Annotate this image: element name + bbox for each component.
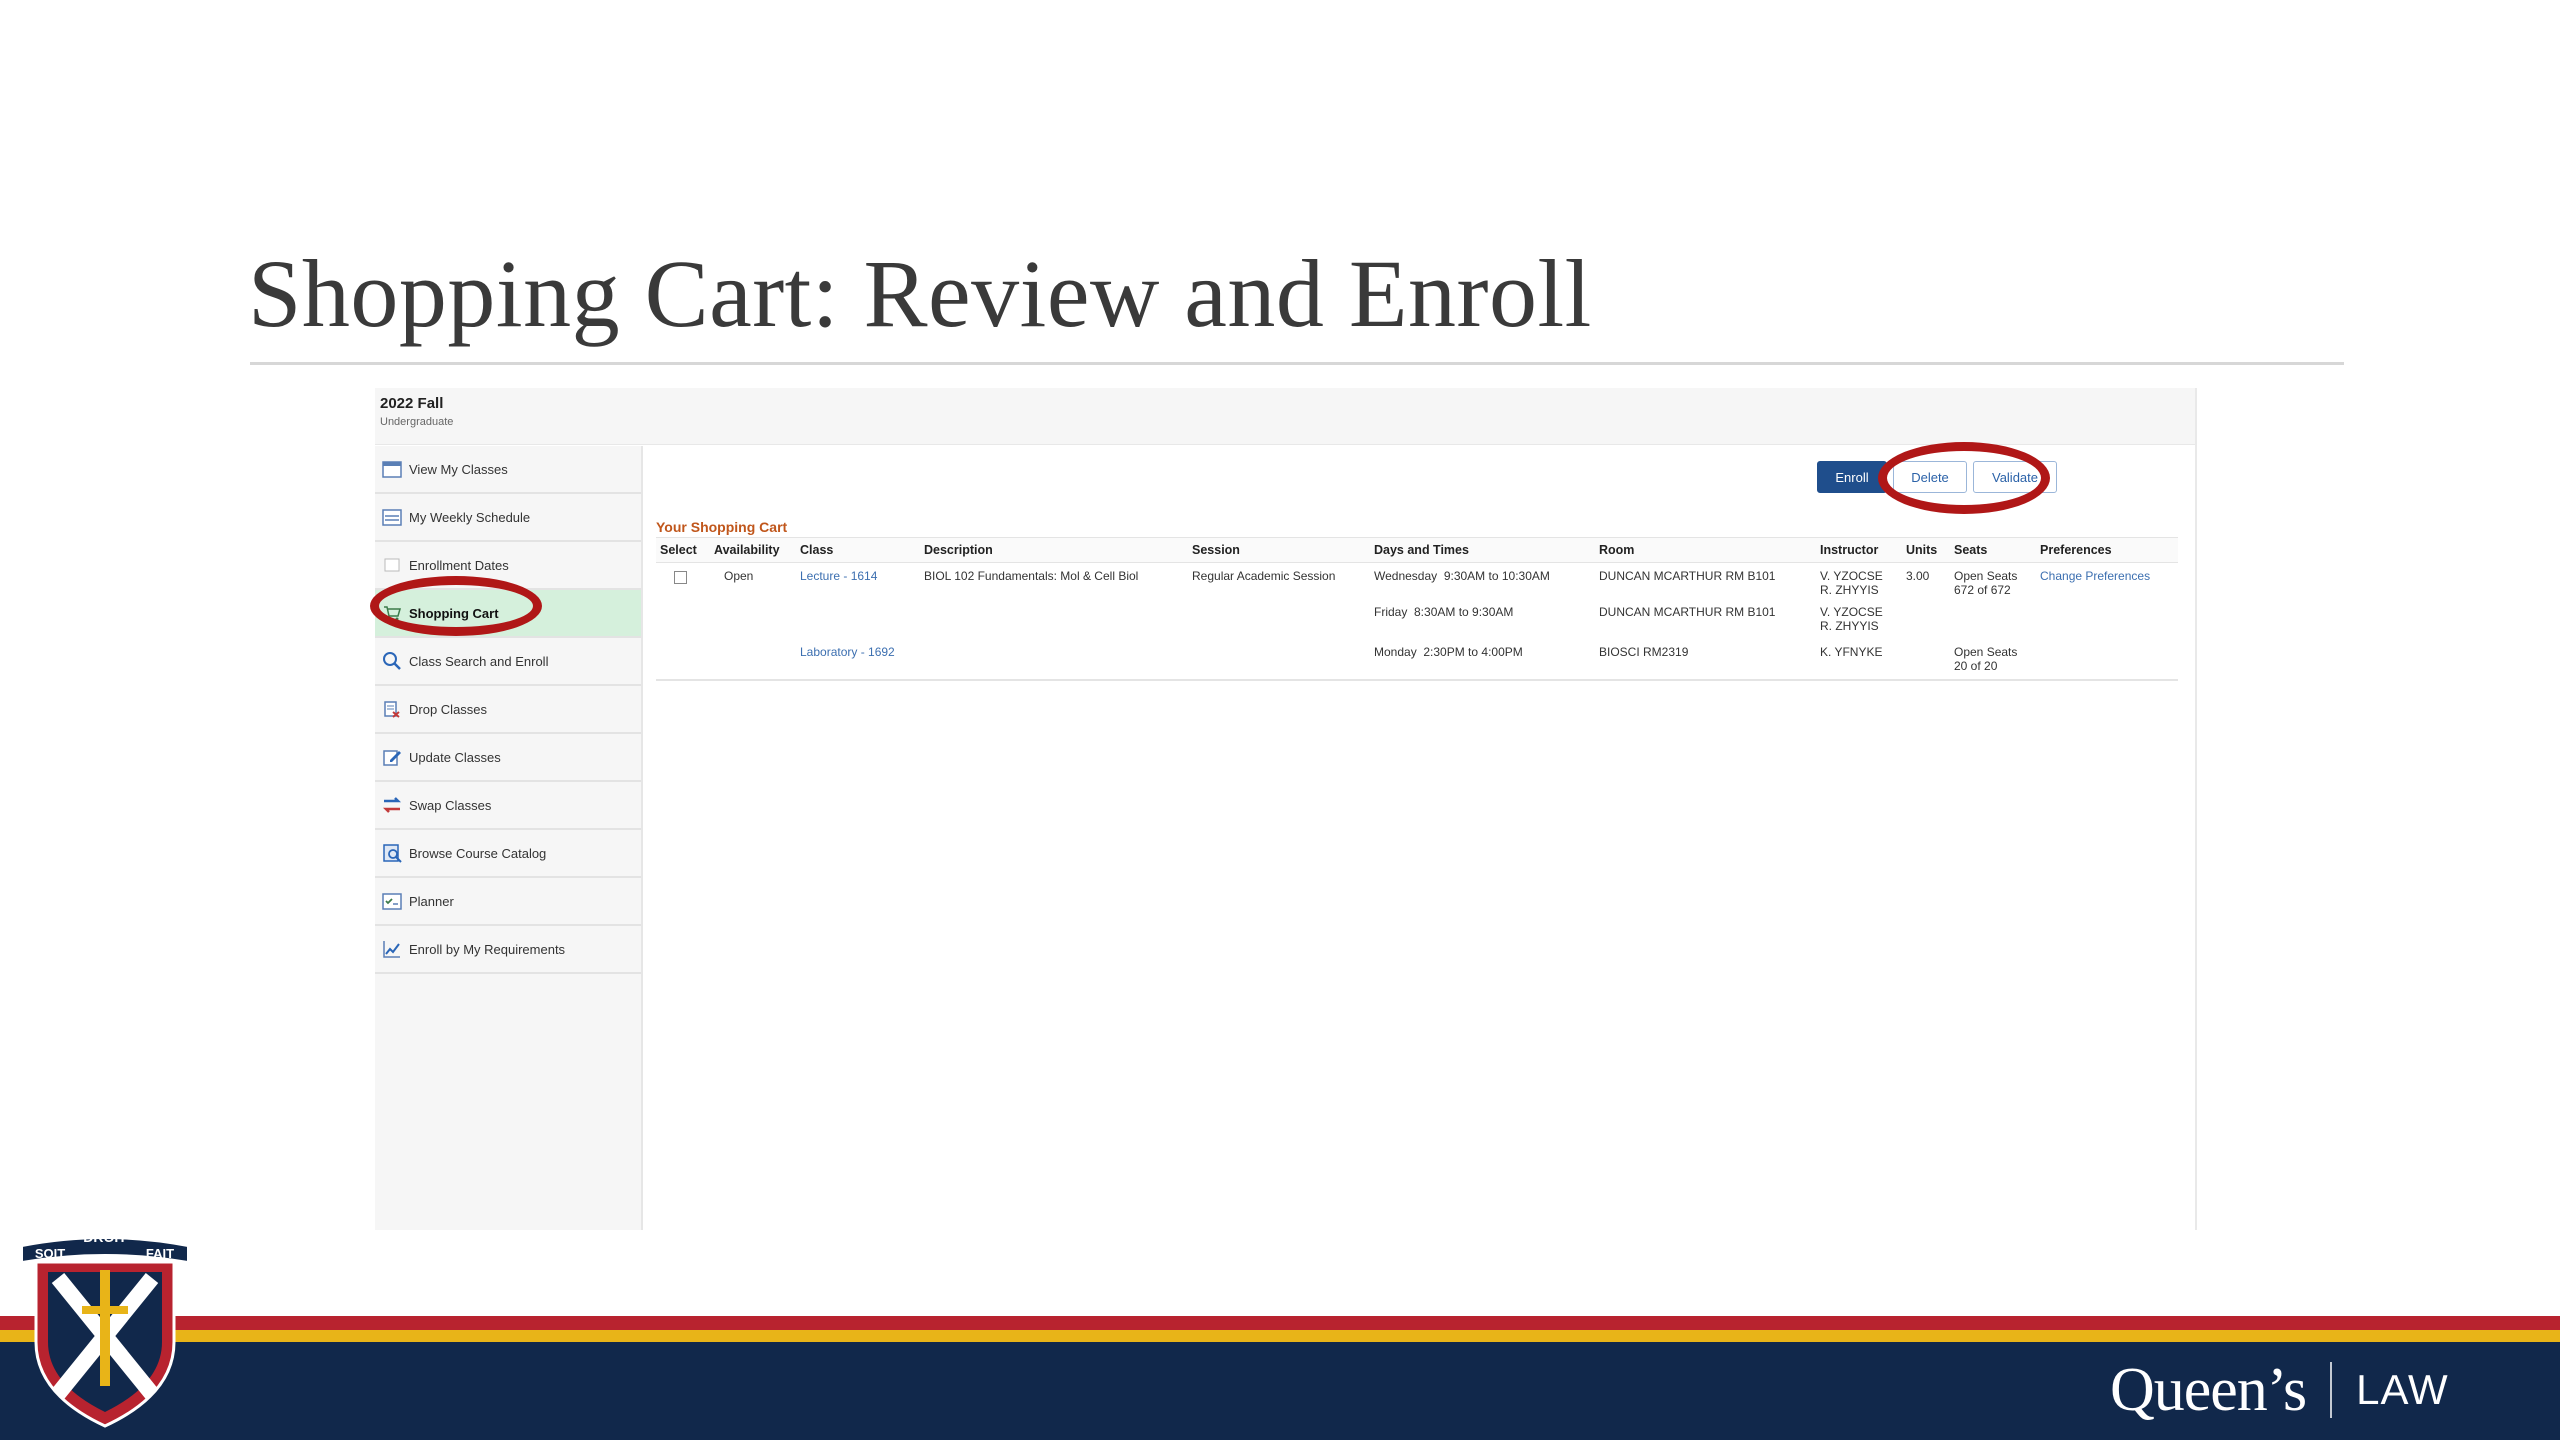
crest-motto-left: SOIT xyxy=(35,1246,65,1261)
validate-button[interactable]: Validate xyxy=(1973,461,2057,493)
seats-cell: 20 of 20 xyxy=(1954,659,1998,673)
instructor-cell: V. YZOCSE xyxy=(1820,569,1883,583)
sidebar-item-label: Enroll by My Requirements xyxy=(409,941,566,957)
main-content: Enroll Delete Validate Your Shopping Car… xyxy=(643,446,2193,1230)
crest-motto-right: FAIT xyxy=(146,1246,174,1261)
sidebar-item-view-my-classes[interactable]: View My Classes xyxy=(375,446,641,494)
change-preferences-link[interactable]: Change Preferences xyxy=(2040,569,2150,583)
brand-lockup: Queen’s LAW xyxy=(2110,1350,2449,1430)
seats-cell: 672 of 672 xyxy=(1954,583,2011,597)
footer-red-stripe xyxy=(0,1316,2560,1330)
sidebar-item-label: Enrollment Dates xyxy=(409,557,509,573)
cart-icon xyxy=(379,600,405,626)
units-cell: 3.00 xyxy=(1906,569,1930,583)
instructor-cell: R. ZHYYIS xyxy=(1820,583,1879,597)
sidebar-item-shopping-cart[interactable]: Shopping Cart xyxy=(375,590,641,638)
column-header: Units xyxy=(1902,537,1950,563)
availability-cell: Open xyxy=(724,569,754,583)
delete-button[interactable]: Delete xyxy=(1893,461,1967,493)
enrollment-dates-icon xyxy=(379,552,405,578)
table-header-row: Select Availability Class Description Se… xyxy=(656,537,2178,563)
sidebar-item-label: Class Search and Enroll xyxy=(409,653,549,669)
column-header: Preferences xyxy=(2036,537,2178,563)
class-link-laboratory[interactable]: Laboratory - 1692 xyxy=(800,645,895,659)
sidebar-item-label: Planner xyxy=(409,893,454,909)
column-header: Session xyxy=(1188,537,1370,563)
room-cell: BIOSCI RM2319 xyxy=(1599,645,1689,659)
sidebar-item-drop-classes[interactable]: Drop Classes xyxy=(375,686,641,734)
column-header: Days and Times xyxy=(1370,537,1595,563)
instructor-cell: R. ZHYYIS xyxy=(1820,619,1879,633)
term-label: 2022 Fall xyxy=(380,395,444,412)
queens-law-crest-icon: DROIT SOIT FAIT xyxy=(22,1229,188,1428)
career-label: Undergraduate xyxy=(380,416,454,428)
enrollment-screenshot: 2022 Fall Undergraduate View My Classes … xyxy=(375,388,2197,1230)
sidebar-item-label: My Weekly Schedule xyxy=(409,509,531,525)
sidebar-item-swap-classes[interactable]: Swap Classes xyxy=(375,782,641,830)
class-link-lecture[interactable]: Lecture - 1614 xyxy=(800,569,877,583)
days-times-cell: Monday 2:30PM to 4:00PM xyxy=(1374,645,1523,659)
column-header: Class xyxy=(796,537,920,563)
sidebar-item-planner[interactable]: Planner xyxy=(375,878,641,926)
instructor-cell: V. YZOCSE xyxy=(1820,605,1883,619)
instructor-cell: K. YFNYKE xyxy=(1820,645,1883,659)
days-times-cell: Friday 8:30AM to 9:30AM xyxy=(1374,605,1514,619)
table-row: Laboratory - 1692 Monday 2:30PM to 4:00P… xyxy=(656,639,2178,680)
edit-icon xyxy=(379,744,405,770)
footer-gold-stripe xyxy=(0,1330,2560,1342)
term-header: 2022 Fall Undergraduate xyxy=(375,388,2197,445)
shopping-cart-table: Select Availability Class Description Se… xyxy=(656,537,2178,681)
seats-cell: Open Seats xyxy=(1954,645,2018,659)
column-header: Instructor xyxy=(1816,537,1902,563)
sidebar-item-update-classes[interactable]: Update Classes xyxy=(375,734,641,782)
planner-icon xyxy=(379,888,405,914)
shopping-cart-heading: Your Shopping Cart xyxy=(656,519,788,535)
drop-icon xyxy=(379,696,405,722)
sidebar-item-label: View My Classes xyxy=(409,461,508,477)
chart-icon xyxy=(379,936,405,962)
table-row: Open Lecture - 1614 BIOL 102 Fundamental… xyxy=(656,563,2178,640)
select-checkbox[interactable] xyxy=(674,571,687,584)
description-cell: BIOL 102 Fundamentals: Mol & Cell Biol xyxy=(924,569,1139,583)
sidebar: View My Classes My Weekly Schedule Enrol… xyxy=(375,446,643,1230)
catalog-icon xyxy=(379,840,405,866)
weekly-schedule-icon xyxy=(379,504,405,530)
room-cell: DUNCAN MCARTHUR RM B101 xyxy=(1599,605,1776,619)
sidebar-item-enroll-by-my-requirements[interactable]: Enroll by My Requirements xyxy=(375,926,641,974)
sidebar-item-my-weekly-schedule[interactable]: My Weekly Schedule xyxy=(375,494,641,542)
sidebar-item-label: Drop Classes xyxy=(409,701,488,717)
slide-title: Shopping Cart: Review and Enroll xyxy=(248,240,1592,347)
sidebar-item-label: Browse Course Catalog xyxy=(409,845,547,861)
screenshot-border xyxy=(2195,388,2197,1230)
column-header: Description xyxy=(920,537,1188,563)
column-header: Room xyxy=(1595,537,1816,563)
session-cell: Regular Academic Session xyxy=(1192,569,1336,583)
sidebar-item-label: Update Classes xyxy=(409,749,501,765)
sidebar-item-class-search-and-enroll[interactable]: Class Search and Enroll xyxy=(375,638,641,686)
sidebar-item-enrollment-dates[interactable]: Enrollment Dates xyxy=(375,542,641,590)
days-times-cell: Wednesday 9:30AM to 10:30AM xyxy=(1374,569,1550,583)
title-divider xyxy=(250,362,2344,365)
seats-cell: Open Seats xyxy=(1954,569,2018,583)
brand-divider xyxy=(2330,1362,2333,1418)
column-header: Availability xyxy=(710,537,796,563)
sidebar-item-label: Shopping Cart xyxy=(409,605,499,621)
search-icon xyxy=(379,648,405,674)
swap-icon xyxy=(379,792,405,818)
sidebar-item-label: Swap Classes xyxy=(409,797,492,813)
brand-unit: LAW xyxy=(2356,1366,2449,1413)
enroll-button[interactable]: Enroll xyxy=(1817,461,1887,493)
brand-name: Queen’s xyxy=(2110,1355,2307,1424)
calendar-icon xyxy=(379,456,405,482)
column-header: Seats xyxy=(1950,537,2036,563)
column-header: Select xyxy=(656,537,710,563)
sidebar-item-browse-course-catalog[interactable]: Browse Course Catalog xyxy=(375,830,641,878)
crest-motto-center: DROIT xyxy=(83,1229,127,1245)
room-cell: DUNCAN MCARTHUR RM B101 xyxy=(1599,569,1776,583)
